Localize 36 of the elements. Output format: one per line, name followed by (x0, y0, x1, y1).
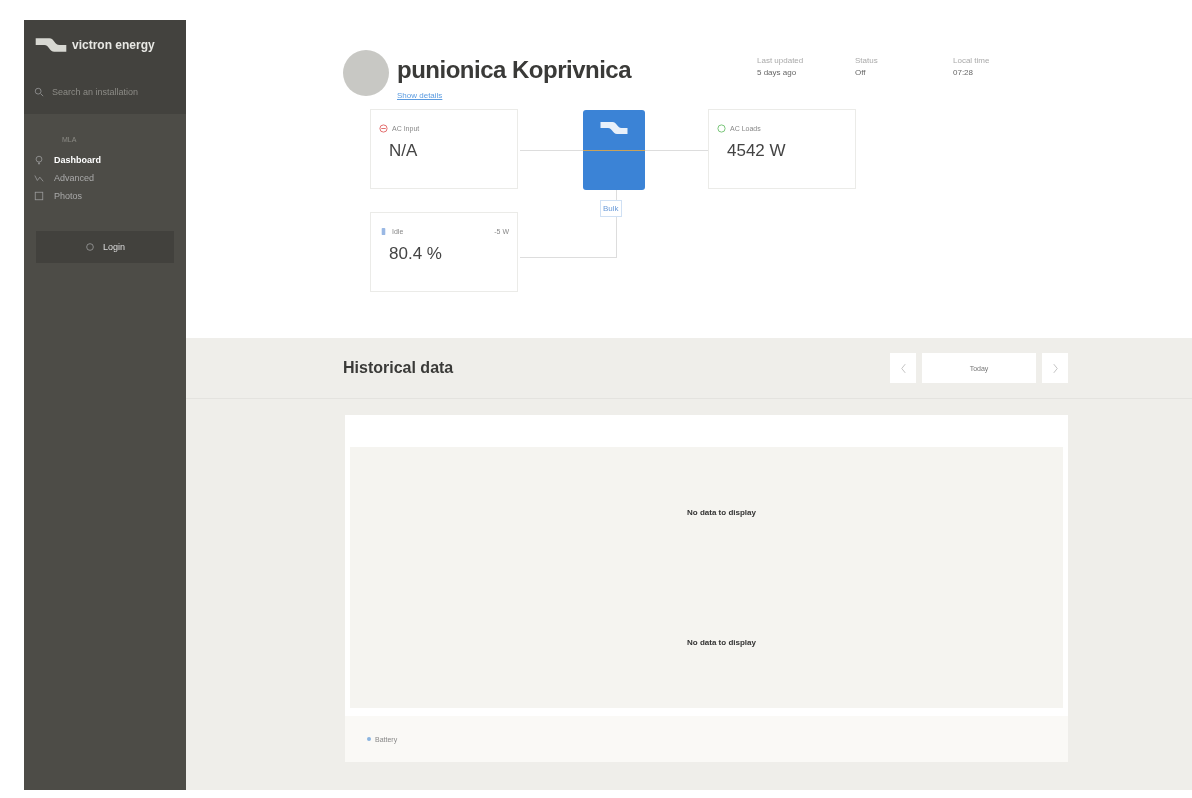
avatar-circle (343, 50, 389, 96)
nav-item[interactable]: Advanced (24, 169, 186, 187)
stat-value: Off (855, 68, 867, 77)
chevron-left-icon (899, 362, 907, 374)
stat-value: 5 days ago (757, 68, 798, 77)
lightbulb-icon (34, 155, 44, 165)
plus-circle-icon (717, 124, 726, 133)
empty-message: No data to display (687, 507, 756, 517)
stat-label: Last updated (757, 56, 805, 65)
line-chart-icon (34, 173, 44, 183)
connector-line (645, 150, 708, 151)
card-value: N/A (389, 141, 419, 161)
minus-circle-icon (379, 124, 388, 133)
stat-value: 07:28 (953, 68, 975, 77)
login-button[interactable]: Login (36, 231, 174, 263)
connector-line (520, 150, 583, 151)
empty-message: No data to display (687, 638, 756, 648)
image-icon (34, 191, 44, 201)
installation-title: punionica Koprivnica (397, 56, 633, 84)
search-icon (34, 87, 44, 97)
nav-item[interactable]: Photos (24, 187, 186, 205)
previous-button[interactable] (890, 353, 916, 383)
inverter-state-tag: Bulk (600, 200, 622, 217)
brand-name: victron energy (72, 38, 155, 52)
stat-label: Local time (953, 56, 991, 65)
card-value: 4542 W (727, 141, 787, 161)
show-details-link[interactable]: Show details (397, 91, 443, 100)
card-value: 80.4 % (389, 244, 443, 264)
section-title: Historical data (343, 359, 455, 377)
connector-line (616, 190, 617, 200)
next-button[interactable] (1042, 353, 1068, 383)
nav-item[interactable]: Dashboard (24, 151, 186, 169)
battery-icon (379, 227, 388, 236)
power-icon (85, 242, 95, 252)
chevron-right-icon (1051, 362, 1059, 374)
stat-label: Status (855, 56, 879, 65)
